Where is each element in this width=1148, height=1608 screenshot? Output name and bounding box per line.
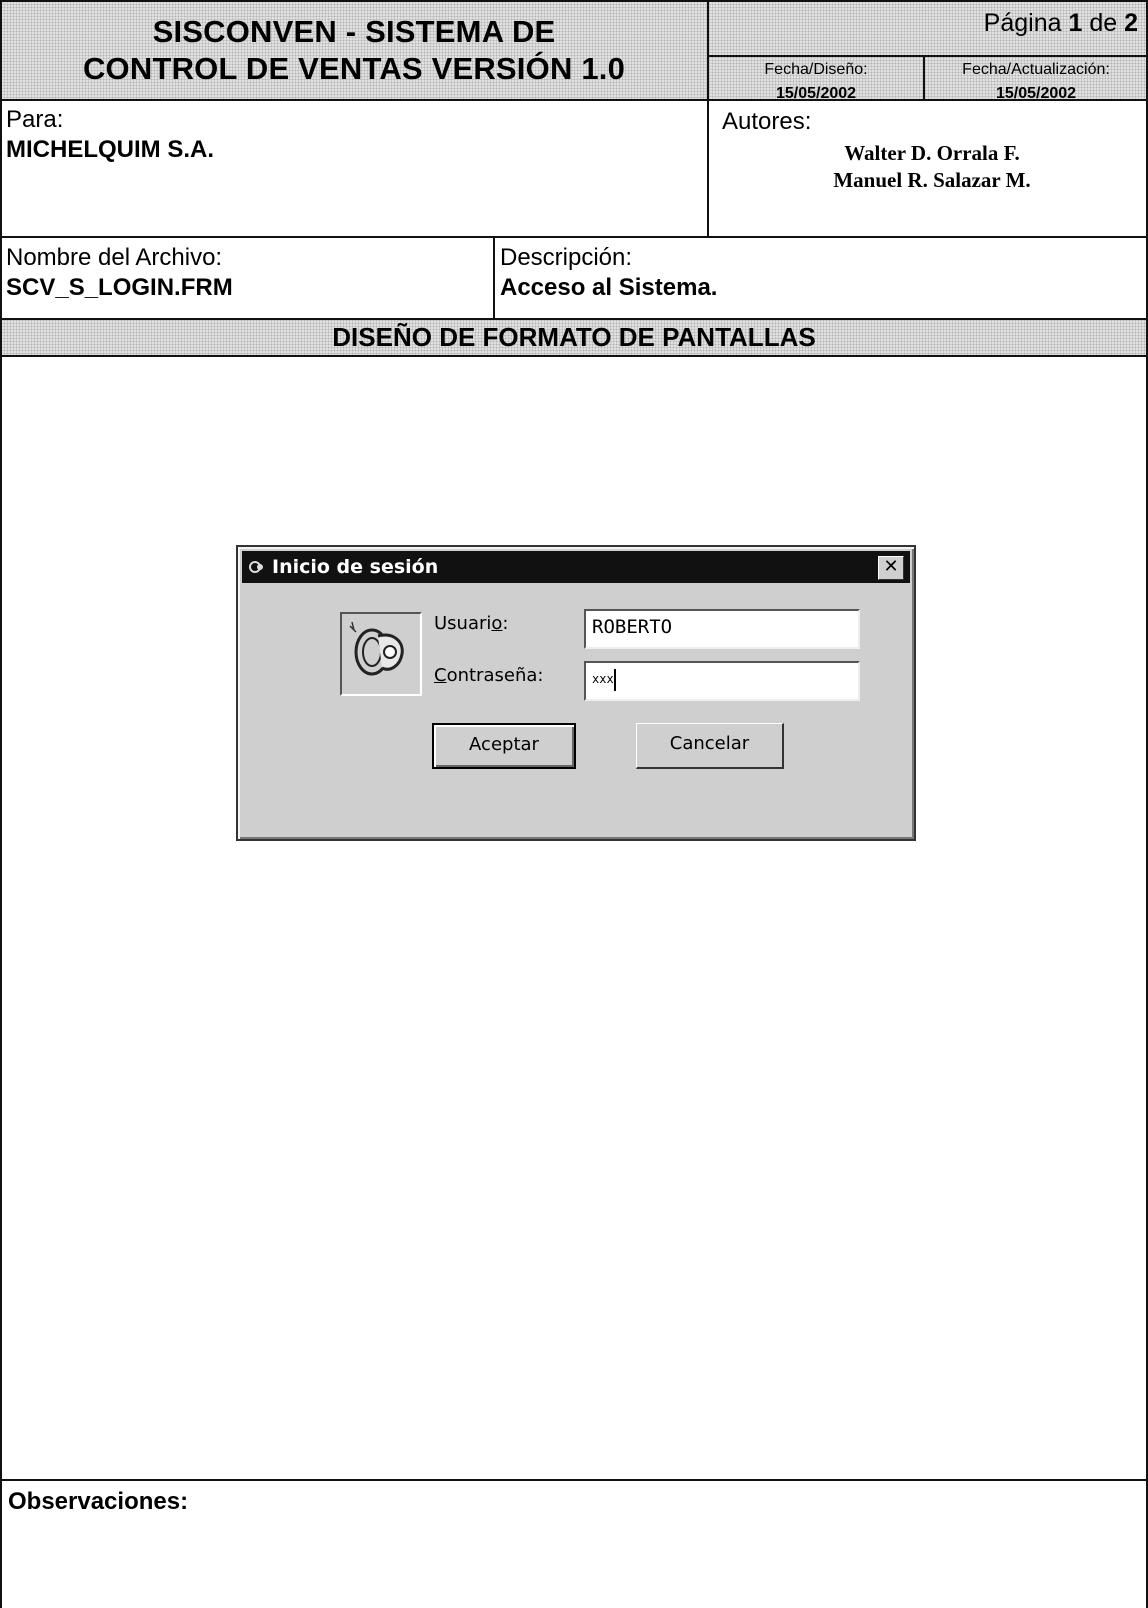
password-input[interactable]: xxx [584,661,860,701]
authors-label: Autores: [722,108,812,135]
accept-button[interactable]: Aceptar [432,723,576,769]
description-label: Descripción: [500,244,633,271]
close-button[interactable]: ✕ [878,556,904,580]
file-block: Nombre del Archivo: SCV_S_LOGIN.FRM [6,244,486,302]
text-cursor [613,668,616,691]
section-title: DISEÑO DE FORMATO DE PANTALLAS [0,319,1148,355]
description-block: Descripción: Acceso al Sistema. [500,244,1140,302]
close-icon: ✕ [883,556,899,577]
for-block: Para: MICHELQUIM S.A. [6,106,696,164]
cancel-button[interactable]: Cancelar [636,723,784,769]
author-2: Manuel R. Salazar M. [833,168,1031,192]
for-label: Para: [6,106,64,133]
description-value: Acceso al Sistema. [500,274,718,301]
user-input[interactable]: ROBERTO [584,609,860,649]
login-dialog: Inicio de sesión ✕ Usuario: ROBERTO Cont… [236,545,916,841]
user-label: Usuario: [434,613,509,634]
password-label: Contraseña: [434,665,544,686]
design-date: Fecha/Diseño: 15/05/2002 [708,56,924,102]
dialog-title: Inicio de sesión [272,556,439,578]
observations-label: Observaciones: [8,1488,189,1515]
file-label: Nombre del Archivo: [6,244,223,271]
authors-block: Autores: Walter D. Orrala F. Manuel R. S… [722,108,1142,194]
author-1: Walter D. Orrala F. [844,141,1020,165]
title-line-2: CONTROL DE VENTAS VERSIÓN 1.0 [82,51,626,86]
key-icon [349,621,404,676]
dialog-title-bar[interactable]: Inicio de sesión ✕ [242,551,910,583]
key-icon [249,561,263,573]
title-line-1: SISCONVEN - SISTEMA DE [152,14,556,49]
key-icon-frame [340,612,422,696]
for-value: MICHELQUIM S.A. [6,136,214,163]
document-title: SISCONVEN - SISTEMA DE CONTROL DE VENTAS… [0,0,708,100]
file-value: SCV_S_LOGIN.FRM [6,274,233,301]
update-date: Fecha/Actualización: 15/05/2002 [924,56,1148,102]
page-number: Página 1 de 2 [708,0,1148,56]
